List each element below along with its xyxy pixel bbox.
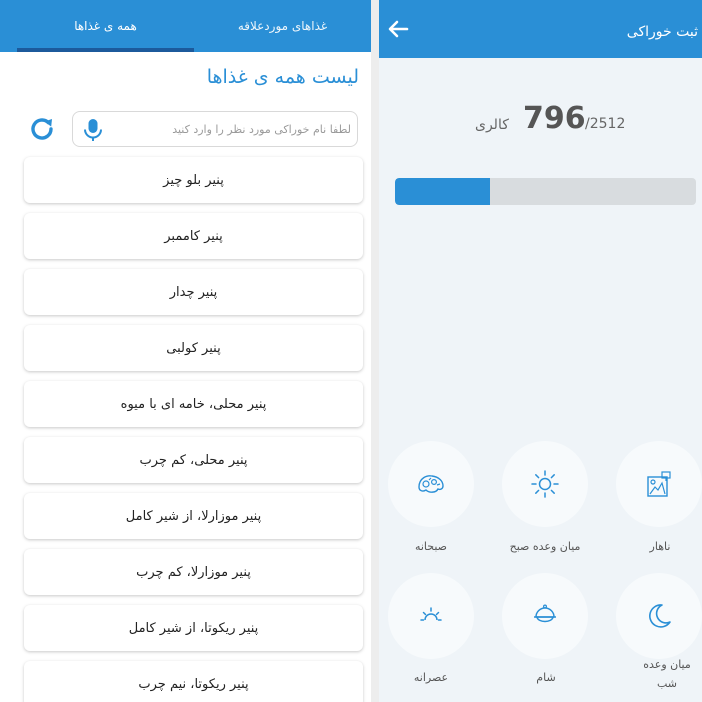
app-bar: ثبت خوراکی — [379, 0, 702, 58]
food-item[interactable]: پنیر بلو چیز — [24, 157, 363, 203]
list-title: لیست همه ی غذاها — [206, 66, 359, 88]
microphone-icon[interactable] — [81, 117, 105, 143]
meal-breakfast-label: صبحانه — [414, 540, 448, 553]
calorie-consumed: 796 — [523, 101, 586, 136]
food-item[interactable]: پنیر موزارلا، از شیر کامل — [24, 493, 363, 539]
food-list-panel: همه ی غذاها غذاهای موردعلاقه لیست همه ی … — [0, 0, 371, 702]
sunset-icon — [420, 607, 442, 621]
meal-dinner-button[interactable] — [502, 573, 588, 659]
moon-icon — [649, 604, 671, 628]
breakfast-icon — [418, 475, 444, 493]
calorie-unit: کالری — [475, 117, 509, 133]
calorie-progress-fill — [395, 178, 491, 205]
search-box — [72, 111, 358, 147]
tab-bar: همه ی غذاها غذاهای موردعلاقه — [0, 0, 371, 52]
meal-morning-snack-button[interactable] — [502, 441, 588, 527]
refresh-icon[interactable] — [26, 113, 58, 145]
food-item[interactable]: پنیر موزارلا، کم چرب — [24, 549, 363, 595]
meal-breakfast-button[interactable] — [388, 441, 474, 527]
meal-afternoon-snack-button[interactable] — [388, 573, 474, 659]
meal-dinner-label: شام — [536, 671, 556, 684]
dinner-icon — [534, 604, 556, 623]
search-input[interactable] — [121, 112, 351, 146]
meal-night-snack-button[interactable] — [616, 573, 702, 659]
calorie-summary: کالری 796 /2512 — [475, 100, 635, 140]
panel-divider — [371, 0, 379, 702]
meal-afternoon-snack-label: عصرانه — [413, 671, 449, 684]
food-item[interactable]: پنیر چدار — [24, 269, 363, 315]
food-item[interactable]: پنیر ریکوتا، نیم چرب — [24, 661, 363, 702]
food-item[interactable]: پنیر کولبی — [24, 325, 363, 371]
food-item[interactable]: پنیر ریکوتا، از شیر کامل — [24, 605, 363, 651]
meal-morning-snack-label: میان وعده صبح — [509, 540, 581, 553]
tab-favorite-foods[interactable]: غذاهای موردعلاقه — [194, 0, 371, 52]
food-item[interactable]: پنیر محلی، خامه ای با میوه — [24, 381, 363, 427]
page-title: ثبت خوراکی — [626, 24, 698, 40]
lunch-icon — [647, 471, 671, 497]
calorie-total: /2512 — [585, 116, 626, 132]
food-item[interactable]: پنیر کاممبر — [24, 213, 363, 259]
active-tab-indicator — [17, 48, 194, 52]
arrow-left-icon[interactable] — [383, 14, 413, 44]
sun-icon — [531, 470, 559, 498]
meal-lunch-label: ناهار — [649, 540, 671, 553]
food-list: پنیر بلو چیز پنیر کاممبر پنیر چدار پنیر … — [24, 157, 363, 702]
calorie-progress-bar — [395, 178, 696, 205]
meal-lunch-button[interactable] — [616, 441, 702, 527]
meal-log-panel: ثبت خوراکی کالری 796 /2512 صبحانه میان و — [379, 0, 702, 702]
tab-all-foods[interactable]: همه ی غذاها — [17, 0, 194, 52]
food-item[interactable]: پنیر محلی، کم چرب — [24, 437, 363, 483]
meal-night-snack-label: میان وعده شب — [643, 658, 691, 690]
